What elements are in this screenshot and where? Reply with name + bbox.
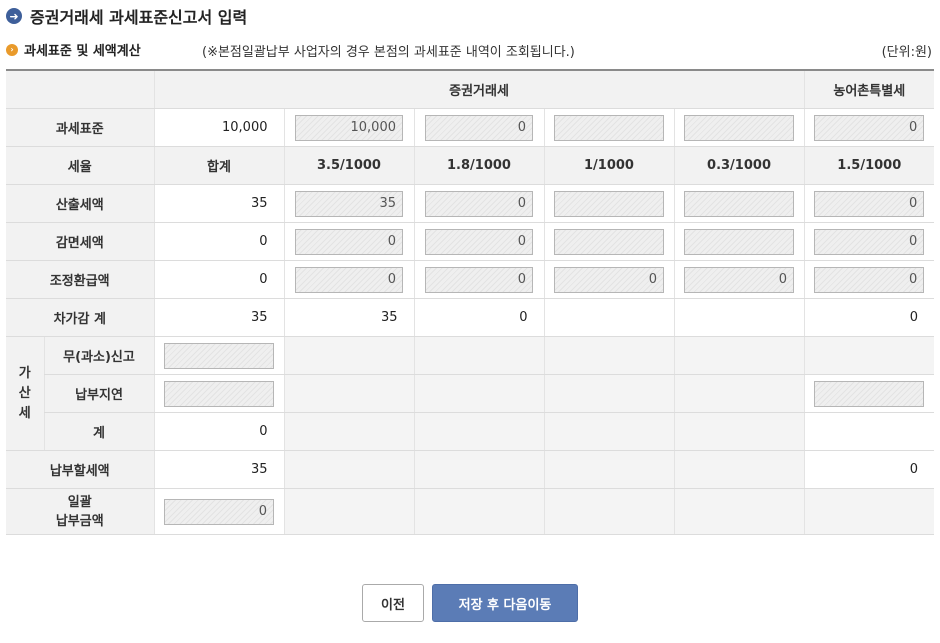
payable-total: 35 [153,450,284,489]
rate-1-header: 1/1000 [543,146,674,185]
table-row: 과세표준 10,000 [6,108,935,147]
rural-tax-header: 농어촌특별세 [803,69,935,109]
late-payment-rural-field[interactable] [814,380,925,407]
tax-base-1.8-field[interactable] [425,114,533,141]
adjust-rural-field[interactable] [814,266,925,293]
net-total-rural: 0 [803,298,935,337]
row-label: 차가감 계 [6,298,154,337]
reduction-3.5-field[interactable] [295,228,403,255]
calc-tax-3.5-field[interactable] [295,190,403,217]
header-row: 증권거래세 농어촌특별세 [6,69,935,109]
table-row: 납부지연 [6,374,935,413]
table-row: 감면세액 0 [6,222,935,261]
arrow-right-icon: ➜ [6,8,22,24]
calc-tax-total: 35 [153,184,284,223]
net-total-total: 35 [153,298,284,337]
net-total-3.5: 35 [283,298,414,337]
lump-sum-field[interactable] [164,498,274,525]
prev-button[interactable]: 이전 [362,584,424,622]
rate-1.5-header: 1.5/1000 [803,146,935,185]
page-title-bar: ➜ 증권거래세 과세표준신고서 입력 [6,5,247,27]
table-row: 조정환급액 0 [6,260,935,299]
calc-tax-0.3-field[interactable] [684,190,795,217]
unit-label: (단위:원) [881,45,932,60]
rate-0.3-header: 0.3/1000 [673,146,805,185]
adjust-total: 0 [153,260,284,299]
rate-1.8-header: 1.8/1000 [413,146,544,185]
tax-base-3.5-field[interactable] [295,114,403,141]
table-row: 납부할세액 35 0 [6,450,935,489]
row-label: 과세표준 [6,108,154,147]
table-row: 일괄 납부금액 [6,488,935,535]
row-label: 산출세액 [6,184,154,223]
reduction-rural-field[interactable] [814,228,925,255]
calc-tax-1-field[interactable] [554,190,664,217]
page-title: 증권거래세 과세표준신고서 입력 [30,8,248,27]
securities-tax-header: 증권거래세 [153,69,805,109]
tax-base-0.3-field[interactable] [684,114,795,141]
penalty-subtotal: 0 [153,412,284,451]
button-bar: 이전 저장 후 다음이동 [0,584,940,622]
rate-row: 세율 합계 3.5/1000 1.8/1000 1/1000 0.3/1000 … [6,146,935,185]
table-row: 차가감 계 35 35 0 0 [6,298,935,337]
section-note: (※본점일괄납부 사업자의 경우 본점의 과세표준 내역이 조회됩니다.) [202,45,575,60]
section-header: › 과세표준 및 세액계산 (※본점일괄납부 사업자의 경우 본점의 과세표준 … [6,40,934,62]
table-row: 계 0 [6,412,935,451]
late-payment-penalty-field[interactable] [164,380,274,407]
penalty-group-label: 가 산 세 [6,336,44,451]
adjust-1.8-field[interactable] [425,266,533,293]
save-next-button[interactable]: 저장 후 다음이동 [432,584,578,622]
calc-tax-rural-field[interactable] [814,190,925,217]
tax-calc-table: 증권거래세 농어촌특별세 과세표준 10,000 세율 합계 3.5/1000 … [6,69,935,535]
tax-base-total: 10,000 [153,108,284,147]
row-label: 감면세액 [6,222,154,261]
rate-3.5-header: 3.5/1000 [283,146,414,185]
rate-total-header: 합계 [153,146,284,185]
reduction-0.3-field[interactable] [684,228,795,255]
reduction-total: 0 [153,222,284,261]
adjust-1-field[interactable] [554,266,664,293]
row-label: 세율 [6,146,154,185]
no-report-penalty-field[interactable] [164,342,274,369]
table-row: 산출세액 35 [6,184,935,223]
adjust-3.5-field[interactable] [295,266,403,293]
chevron-right-icon: › [6,43,18,56]
row-label: 일괄 납부금액 [6,488,154,535]
row-label: 조정환급액 [6,260,154,299]
row-label: 계 [43,412,154,451]
row-label: 무(과소)신고 [43,336,154,375]
reduction-1.8-field[interactable] [425,228,533,255]
section-title: 과세표준 및 세액계산 [24,44,141,59]
row-label: 납부할세액 [6,450,154,489]
tax-base-rural-field[interactable] [814,114,925,141]
reduction-1-field[interactable] [554,228,664,255]
adjust-0.3-field[interactable] [684,266,795,293]
calc-tax-1.8-field[interactable] [425,190,533,217]
row-label: 납부지연 [43,374,154,413]
net-total-1.8: 0 [413,298,544,337]
payable-rural: 0 [803,450,935,489]
tax-base-1-field[interactable] [554,114,664,141]
table-row: 가 산 세 무(과소)신고 [6,336,935,451]
